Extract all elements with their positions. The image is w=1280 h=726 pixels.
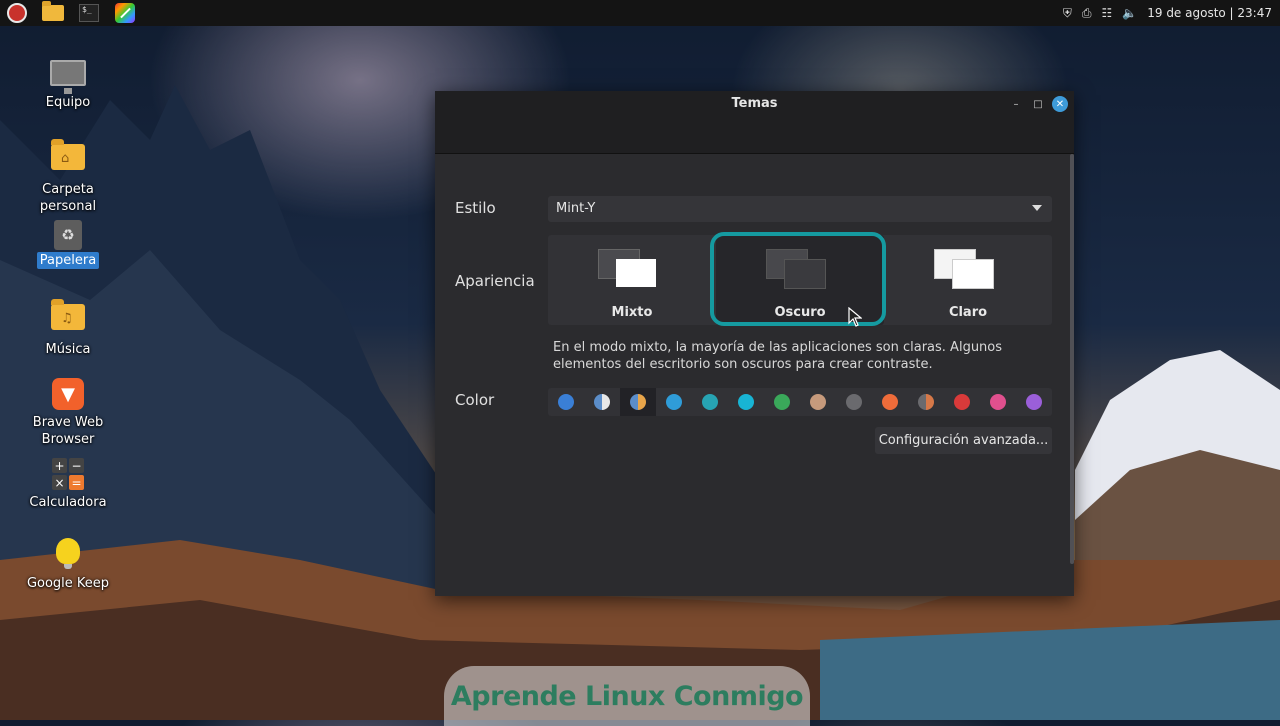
color-swatch[interactable] (800, 388, 836, 416)
brave-icon: ▼ (52, 378, 84, 410)
terminal-icon: $_ (79, 4, 99, 22)
window-titlebar[interactable]: Temas – □ ✕ (435, 91, 1074, 154)
files-launcher[interactable] (40, 1, 66, 25)
window-title: Temas (731, 96, 778, 111)
color-dot (630, 394, 646, 410)
color-swatch[interactable] (980, 388, 1016, 416)
desktop-icon-label: Calculadora (29, 495, 107, 510)
color-swatch[interactable] (548, 388, 584, 416)
lightbulb-icon (56, 538, 80, 569)
minimize-button[interactable]: – (1008, 96, 1024, 112)
color-label: Color (455, 391, 495, 409)
color-swatch[interactable] (944, 388, 980, 416)
scrollbar[interactable] (1070, 154, 1074, 564)
window-content: Estilo Mint-Y Apariencia Mixto Oscuro Cl… (435, 154, 1074, 596)
color-swatch[interactable] (692, 388, 728, 416)
color-dot (702, 394, 718, 410)
shield-icon[interactable]: ⛨ (1063, 6, 1072, 21)
appearance-option-label: Claro (948, 305, 988, 320)
color-dot (990, 394, 1006, 410)
color-dot (666, 394, 682, 410)
color-dot (558, 394, 574, 410)
color-dot (810, 394, 826, 410)
folder-icon (42, 1, 64, 21)
mouse-pointer-icon (848, 307, 862, 327)
desktop-icon-label: Carpeta personal (39, 182, 97, 214)
dropdown-arrow-icon (1032, 205, 1042, 211)
color-dot (918, 394, 934, 410)
desktop-icon-label: Google Keep (26, 576, 110, 591)
music-folder-icon: ♫ (51, 299, 85, 330)
drawing-launcher[interactable] (112, 1, 138, 25)
volume-icon[interactable]: 🔈 (1122, 6, 1137, 20)
desktop-icon-papelera[interactable]: ♻ Papelera (26, 218, 110, 269)
color-dot (882, 394, 898, 410)
maximize-button[interactable]: □ (1030, 96, 1046, 112)
color-swatch[interactable] (764, 388, 800, 416)
color-dot (846, 394, 862, 410)
appearance-option-claro[interactable]: Claro (884, 235, 1052, 325)
desktop-icon-label: Brave Web Browser (32, 415, 104, 447)
appearance-description: En el modo mixto, la mayoría de las apli… (553, 340, 1003, 372)
color-dot (1026, 394, 1042, 410)
desktop-icon-calculadora[interactable]: + − × = Calculadora (26, 458, 110, 511)
top-panel: $_ ⛨ ⎙ ☷ 🔈 19 de agosto | 23:47 (0, 0, 1280, 26)
appearance-option-mixto[interactable]: Mixto (548, 235, 716, 325)
desktop-icon-label: Papelera (36, 252, 100, 269)
color-swatch[interactable] (1016, 388, 1052, 416)
mixed-theme-icon (598, 249, 658, 289)
color-swatch[interactable] (728, 388, 764, 416)
system-tray: ⛨ ⎙ ☷ 🔈 19 de agosto | 23:47 (1063, 0, 1272, 26)
light-theme-icon (934, 249, 994, 289)
themes-window: Temas – □ ✕ Estilo Mint-Y Apariencia Mix… (435, 91, 1074, 596)
desktop-icon-musica[interactable]: ♫ Música (26, 296, 110, 358)
color-selector (548, 388, 1052, 416)
clock[interactable]: 19 de agosto | 23:47 (1147, 6, 1272, 20)
color-dot (738, 394, 754, 410)
color-dot (774, 394, 790, 410)
menu-logo-icon (7, 3, 27, 23)
watermark-text: Aprende Linux Conmigo (450, 680, 804, 712)
desktop-icon-label: Música (45, 342, 91, 357)
watermark-banner: Aprende Linux Conmigo (444, 666, 810, 726)
desktop-icon-label: Equipo (45, 95, 91, 110)
network-icon[interactable]: ☷ (1102, 6, 1113, 20)
style-dropdown[interactable]: Mint-Y (548, 196, 1052, 222)
style-value: Mint-Y (556, 201, 596, 216)
computer-icon (50, 60, 86, 94)
trash-icon: ♻ (54, 220, 82, 250)
color-dot (594, 394, 610, 410)
home-folder-icon: ⌂ (51, 139, 85, 170)
desktop-icon-google-keep[interactable]: Google Keep (26, 536, 110, 592)
desktop-icon-carpeta-personal[interactable]: ⌂ Carpeta personal (26, 136, 110, 215)
appearance-label: Apariencia (455, 272, 535, 290)
color-swatch[interactable] (656, 388, 692, 416)
color-dot (954, 394, 970, 410)
calculator-icon: + − × = (52, 458, 84, 490)
advanced-settings-button[interactable]: Configuración avanzada... (875, 427, 1052, 454)
menu-button[interactable] (4, 0, 30, 26)
color-swatch[interactable] (908, 388, 944, 416)
desktop-icon-brave[interactable]: ▼ Brave Web Browser (26, 378, 110, 448)
style-label: Estilo (455, 199, 496, 217)
color-swatch[interactable] (872, 388, 908, 416)
color-swatch[interactable] (620, 388, 656, 416)
drawing-app-icon (115, 3, 135, 23)
desktop-icon-equipo[interactable]: Equipo (26, 56, 110, 111)
color-swatch[interactable] (584, 388, 620, 416)
close-button[interactable]: ✕ (1052, 96, 1068, 112)
terminal-launcher[interactable]: $_ (76, 1, 102, 25)
color-swatch[interactable] (836, 388, 872, 416)
appearance-option-label: Mixto (611, 305, 653, 320)
printer-icon[interactable]: ⎙ (1082, 6, 1092, 21)
